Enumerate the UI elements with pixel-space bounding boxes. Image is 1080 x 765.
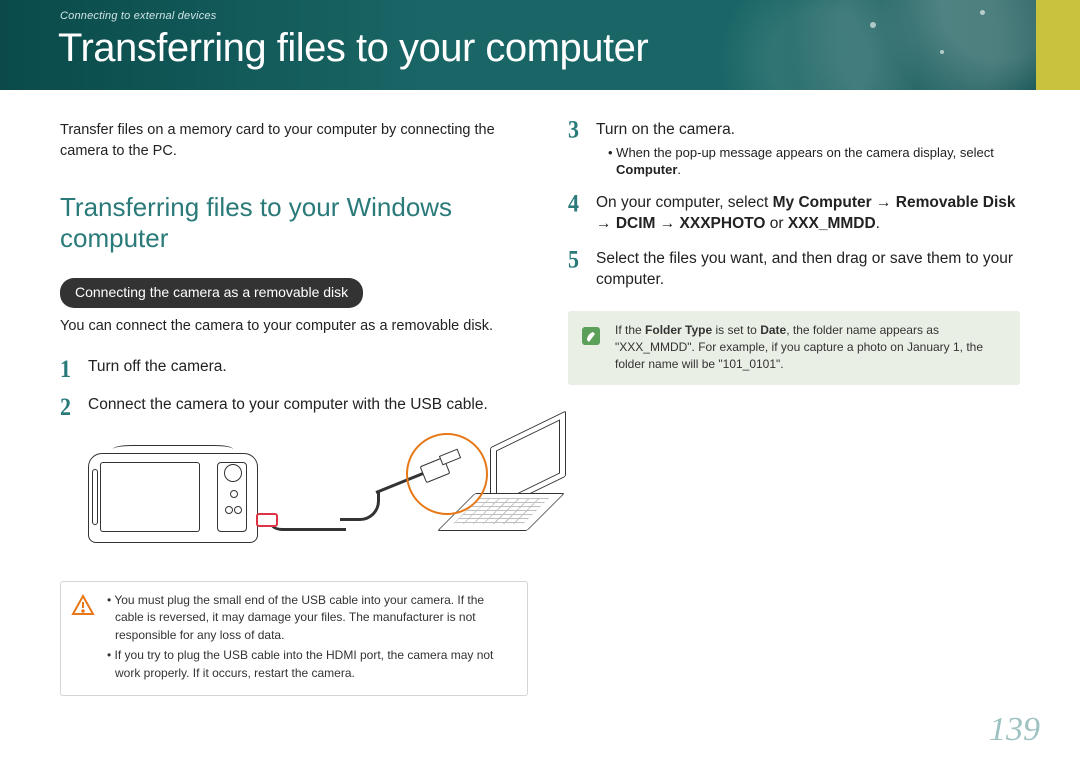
step-2: 2 Connect the camera to your computer wi…	[60, 395, 528, 419]
step-1: 1 Turn off the camera.	[60, 357, 528, 381]
usb-cable-illustration	[340, 491, 380, 521]
right-column: 3 Turn on the camera. • When the pop-up …	[568, 120, 1020, 696]
step-text: On your computer, select My Computer → R…	[596, 193, 1020, 235]
step-number: 4	[568, 190, 586, 238]
magnify-circle	[406, 433, 488, 515]
note-icon	[579, 322, 605, 374]
step-text: Turn off the camera.	[88, 357, 227, 381]
step-number: 3	[568, 116, 586, 184]
step-number: 2	[60, 393, 78, 421]
section-color-tab	[1036, 0, 1080, 90]
section-heading: Transferring files to your Windows compu…	[60, 192, 528, 254]
warning-list: You must plug the small end of the USB c…	[107, 592, 513, 685]
decoration-dot	[870, 22, 876, 28]
content-area: Transfer files on a memory card to your …	[0, 90, 1080, 696]
intro-paragraph: Transfer files on a memory card to your …	[60, 120, 528, 162]
note-text: If the Folder Type is set to Date, the f…	[615, 322, 1005, 374]
decoration-dot	[940, 50, 944, 54]
page-header: Connecting to external devices Transferr…	[0, 0, 1080, 90]
step-text: Select the files you want, and then drag…	[596, 249, 1020, 291]
step-4: 4 On your computer, select My Computer →…	[568, 193, 1020, 235]
page-title: Transferring files to your computer	[58, 26, 648, 71]
step-number: 5	[568, 246, 586, 294]
step-5: 5 Select the files you want, and then dr…	[568, 249, 1020, 291]
note-callout: If the Folder Type is set to Date, the f…	[568, 311, 1020, 385]
camera-usb-port-highlight	[256, 513, 278, 527]
usb-connection-diagram	[88, 433, 528, 563]
warning-item: You must plug the small end of the USB c…	[107, 592, 513, 644]
step-number: 1	[60, 355, 78, 383]
step-3: 3 Turn on the camera. • When the pop-up …	[568, 120, 1020, 179]
step-text: Turn on the camera. • When the pop-up me…	[596, 120, 1020, 179]
usb-cable-illustration	[266, 515, 346, 531]
camera-illustration	[88, 453, 258, 543]
step-sub-bullet: • When the pop-up message appears on the…	[608, 144, 1020, 179]
warning-icon	[71, 592, 97, 685]
page-number: 139	[989, 711, 1040, 749]
step-text: Connect the camera to your computer with…	[88, 395, 488, 419]
warning-callout: You must plug the small end of the USB c…	[60, 581, 528, 696]
step-text-main: Turn on the camera.	[596, 121, 735, 138]
subsection-intro: You can connect the camera to your compu…	[60, 316, 528, 337]
decoration-dot	[980, 10, 985, 15]
camera-illustration	[113, 445, 233, 453]
breadcrumb: Connecting to external devices	[60, 10, 216, 22]
warning-item: If you try to plug the USB cable into th…	[107, 647, 513, 682]
left-column: Transfer files on a memory card to your …	[60, 120, 528, 696]
subsection-pill: Connecting the camera as a removable dis…	[60, 278, 363, 307]
